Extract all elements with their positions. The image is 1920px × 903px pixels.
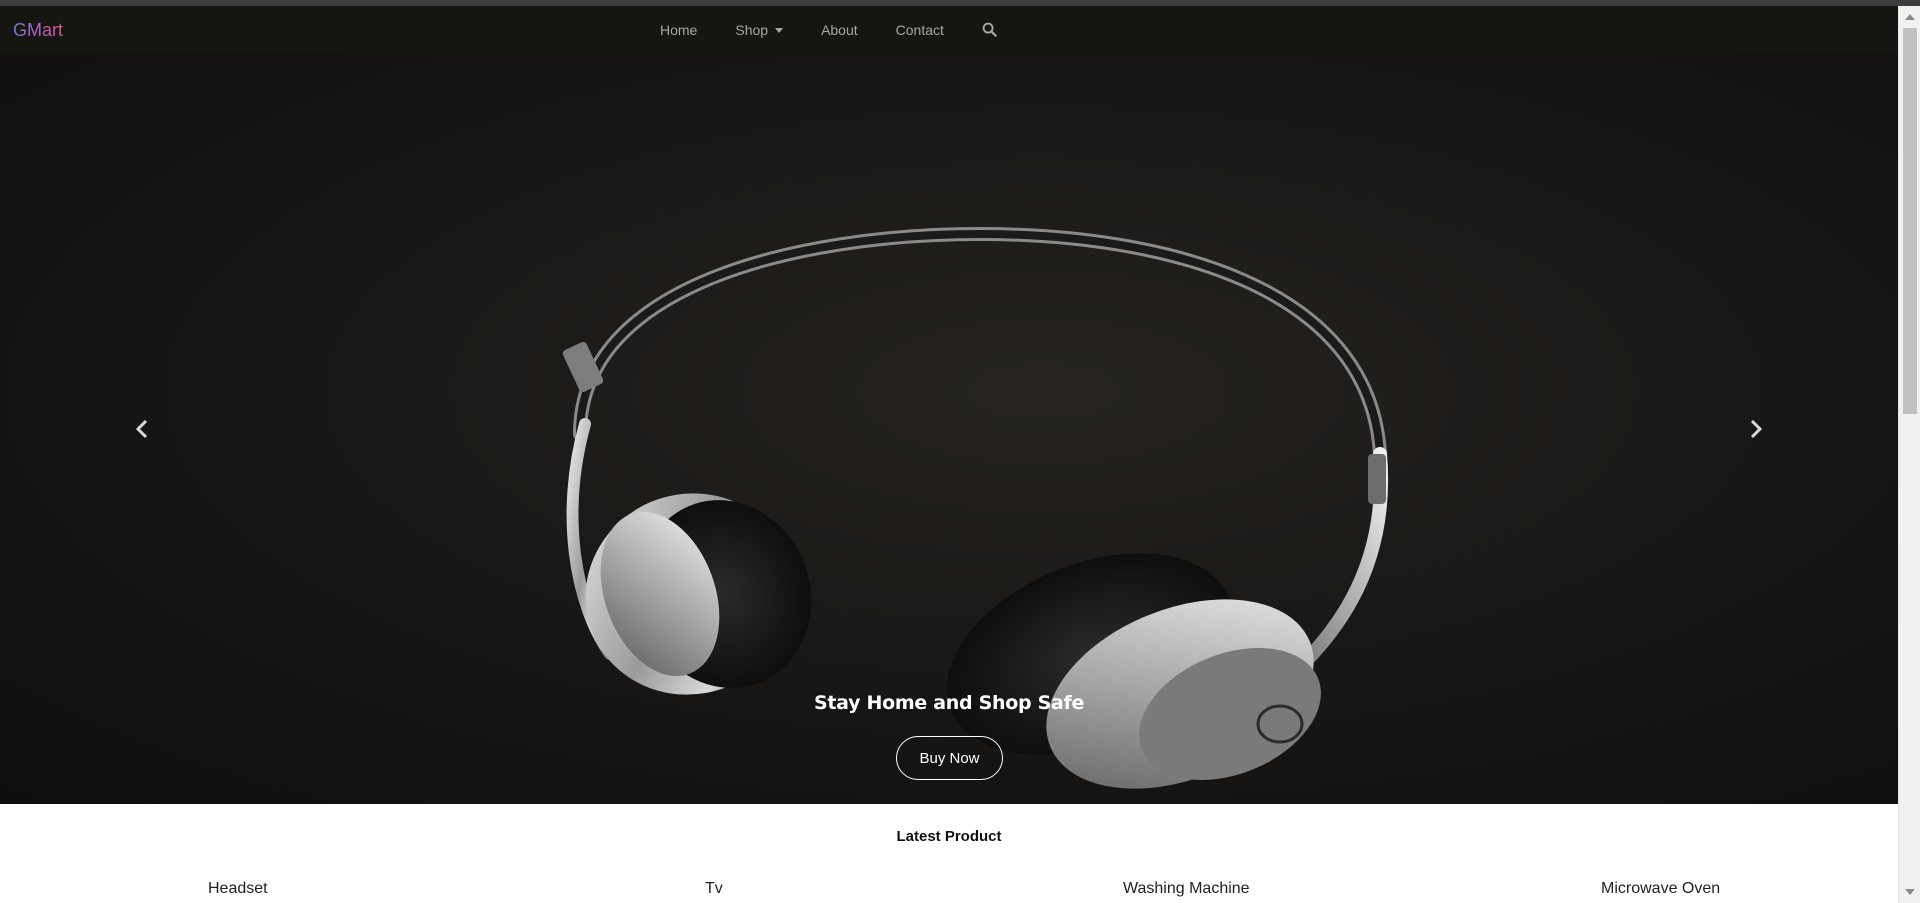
nav-home[interactable]: Home — [660, 22, 697, 38]
page-scrollbar[interactable] — [1898, 6, 1920, 903]
latest-product-heading: Latest Product — [896, 828, 1002, 845]
scrollbar-thumb[interactable] — [1903, 28, 1917, 414]
carousel-prev-button[interactable] — [128, 414, 158, 444]
nav-about[interactable]: About — [821, 22, 858, 38]
nav-shop-dropdown[interactable]: Shop — [735, 22, 784, 38]
product-name[interactable]: Tv — [705, 880, 723, 898]
product-name[interactable]: Microwave Oven — [1601, 880, 1720, 898]
carousel-next-button[interactable] — [1740, 414, 1770, 444]
chevron-right-icon — [1750, 419, 1763, 439]
nav-home-label: Home — [660, 22, 698, 38]
product-name[interactable]: Washing Machine — [1123, 880, 1250, 898]
brand-logo[interactable]: GMart — [13, 20, 63, 41]
caret-down-icon — [775, 27, 784, 33]
hero-caption: Stay Home and Shop Safe — [813, 692, 1085, 714]
scroll-up-arrow[interactable] — [1905, 14, 1915, 20]
buy-now-button[interactable]: Buy Now — [896, 736, 1003, 780]
product-name[interactable]: Headset — [208, 880, 268, 898]
scroll-down-arrow[interactable] — [1905, 889, 1915, 895]
nav-contact-label: Contact — [895, 22, 944, 38]
nav-shop-label: Shop — [735, 22, 769, 38]
product-list: Headset Tv Washing Machine Microwave Ove… — [0, 880, 1898, 903]
navbar: GMart Home Shop About Contact — [0, 6, 1898, 54]
hero-carousel: Stay Home and Shop Safe Buy Now — [0, 54, 1898, 804]
chevron-left-icon — [135, 419, 148, 439]
nav-contact[interactable]: Contact — [896, 22, 944, 38]
nav-links: Home Shop About Contact — [660, 22, 998, 38]
nav-about-label: About — [821, 22, 858, 38]
search-icon[interactable] — [982, 22, 998, 38]
